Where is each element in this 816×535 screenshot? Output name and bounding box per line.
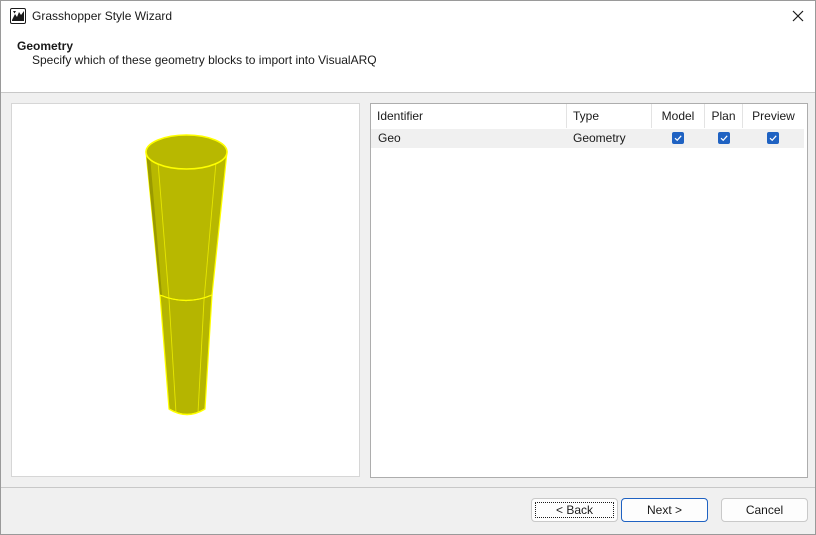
- close-icon: [792, 10, 804, 22]
- checkmark-icon: [769, 135, 777, 142]
- geometry-preview-image: [145, 134, 228, 416]
- title-bar[interactable]: Grasshopper Style Wizard: [1, 1, 815, 31]
- wizard-header: Geometry Specify which of these geometry…: [1, 31, 815, 93]
- close-button[interactable]: [783, 4, 813, 28]
- checkmark-icon: [720, 135, 728, 142]
- geometry-preview-viewport[interactable]: [11, 103, 360, 477]
- column-header-preview[interactable]: Preview: [743, 104, 804, 128]
- column-header-model[interactable]: Model: [652, 104, 705, 128]
- plan-checkbox[interactable]: [718, 132, 730, 144]
- back-button[interactable]: < Back: [531, 498, 618, 522]
- preview-checkbox[interactable]: [767, 132, 779, 144]
- column-header-type[interactable]: Type: [567, 104, 652, 128]
- geometry-blocks-table[interactable]: Identifier Type Model Plan Preview Geo G…: [370, 103, 808, 478]
- page-subtitle: Specify which of these geometry blocks t…: [32, 53, 377, 67]
- window-title: Grasshopper Style Wizard: [32, 9, 173, 23]
- table-header: Identifier Type Model Plan Preview: [371, 104, 807, 128]
- cell-type: Geometry: [573, 131, 626, 145]
- table-row[interactable]: Geo Geometry: [371, 129, 804, 148]
- page-title: Geometry: [17, 39, 74, 53]
- wizard-window: Grasshopper Style Wizard Geometry Specif…: [0, 0, 816, 535]
- column-header-identifier[interactable]: Identifier: [371, 104, 567, 128]
- column-header-plan[interactable]: Plan: [705, 104, 743, 128]
- next-button[interactable]: Next >: [621, 498, 708, 522]
- footer-divider: [1, 487, 815, 488]
- cell-identifier: Geo: [378, 131, 401, 145]
- grasshopper-app-icon: [10, 8, 26, 24]
- cancel-button[interactable]: Cancel: [721, 498, 808, 522]
- model-checkbox[interactable]: [672, 132, 684, 144]
- checkmark-icon: [674, 135, 682, 142]
